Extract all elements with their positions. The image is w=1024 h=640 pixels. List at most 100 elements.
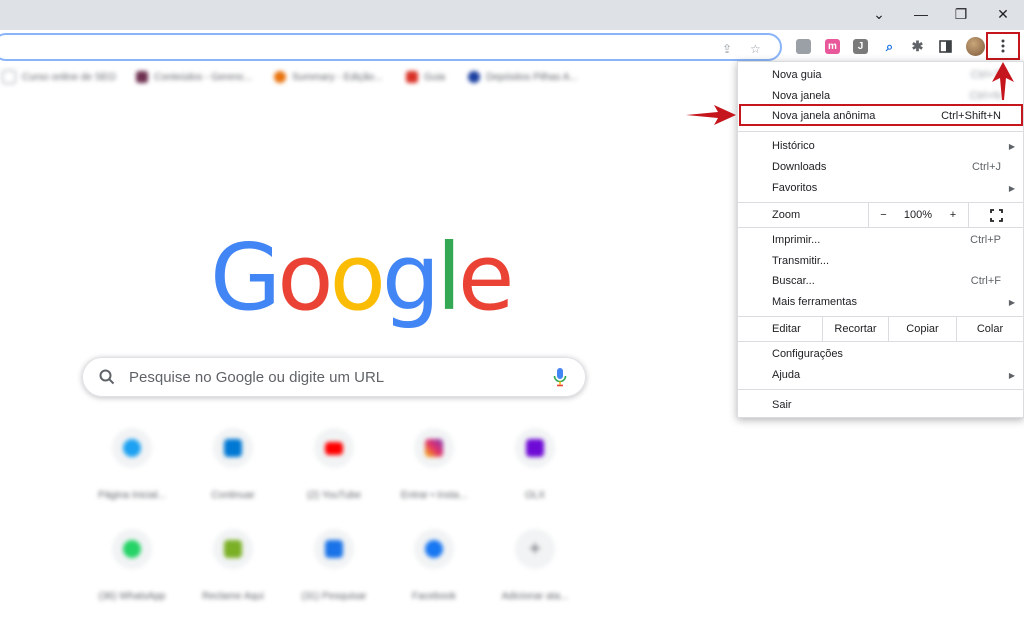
kebab-menu-icon <box>1001 39 1005 53</box>
bookmark-item[interactable]: Summary - Edição... <box>274 70 383 84</box>
shortcut-label: (2) YouTube <box>306 490 362 501</box>
shortcut-tile[interactable]: Facebook <box>384 529 484 602</box>
shortcut-label: Facebook <box>412 591 456 602</box>
menu-separator <box>738 389 1023 390</box>
twitter-icon <box>123 439 141 457</box>
restore-button[interactable]: ❐ <box>940 0 982 28</box>
bookmark-star-icon[interactable]: ☆ <box>750 42 761 56</box>
highlight-box <box>739 104 1023 126</box>
shortcut-label: Entrar • Insta... <box>400 490 468 501</box>
menu-separator <box>738 227 1023 228</box>
m-extension-icon[interactable]: m <box>825 39 840 54</box>
minimize-button[interactable]: — <box>900 0 942 28</box>
close-icon: ✕ <box>997 5 1009 22</box>
tab-search-button[interactable]: ⌄ <box>858 0 900 28</box>
share-icon[interactable]: ⇪ <box>722 42 732 56</box>
zoom-out-button[interactable]: − <box>868 203 898 227</box>
extension-icon[interactable] <box>796 39 811 54</box>
chevron-down-icon: ⌄ <box>873 5 885 22</box>
fullscreen-button[interactable] <box>968 203 1023 227</box>
chevron-right-icon: ▶ <box>1008 183 1015 193</box>
menu-separator <box>738 131 1023 132</box>
side-panel-icon[interactable] <box>938 39 953 54</box>
bookmark-favicon-icon <box>468 71 480 83</box>
menu-separator <box>738 341 1023 342</box>
logo-letter: o <box>277 224 333 331</box>
shortcut-circle <box>515 428 555 468</box>
outlook-icon <box>224 439 242 457</box>
shortcut-tile[interactable]: Entrar • Insta... <box>384 428 484 501</box>
menu-item-print[interactable]: Imprimir... Ctrl+P <box>738 230 1023 250</box>
paste-button[interactable]: Colar <box>956 317 1023 341</box>
menu-item-help[interactable]: Ajuda ▶ <box>738 365 1023 385</box>
close-window-button[interactable]: ✕ <box>982 0 1024 28</box>
copy-button[interactable]: Copiar <box>888 317 956 341</box>
menu-item-history[interactable]: Histórico ▶ <box>738 136 1023 156</box>
fullscreen-icon <box>989 208 1003 222</box>
search-input[interactable]: Pesquise no Google ou digite um URL <box>129 369 384 386</box>
search-box[interactable]: Pesquise no Google ou digite um URL <box>82 357 586 397</box>
shortcut-circle <box>414 428 454 468</box>
shortcut-tile[interactable]: OLX <box>485 428 585 501</box>
menu-item-find[interactable]: Buscar... Ctrl+F <box>738 271 1023 291</box>
menu-item-new-tab[interactable]: Nova guia Ctrl+T <box>738 65 1023 85</box>
shortcut-tile[interactable]: Continuar <box>183 428 283 501</box>
shortcut-label: Reclame Aqui <box>202 591 264 602</box>
search-extension-icon[interactable]: ⌕ <box>882 39 897 54</box>
zoom-label: Zoom <box>772 209 801 221</box>
facebook-icon <box>425 540 443 558</box>
bookmark-item[interactable]: Guia <box>406 70 445 84</box>
shortcut-circle: + <box>515 529 555 569</box>
puzzle-icon[interactable]: ✱ <box>910 38 925 54</box>
shortcut-circle <box>414 529 454 569</box>
shortcut-circle <box>112 529 152 569</box>
logo-letter: l <box>436 224 461 331</box>
menu-item-more-tools[interactable]: Mais ferramentas ▶ <box>738 292 1023 312</box>
shortcut-tile[interactable]: (36) WhatsApp <box>82 529 182 602</box>
zoom-row: Zoom − 100% + <box>738 203 1023 227</box>
edit-row: Editar Recortar Copiar Colar <box>738 317 1023 341</box>
linkedin-icon <box>325 540 343 558</box>
shortcut-circle <box>314 428 354 468</box>
menu-item-settings[interactable]: Configurações <box>738 344 1023 364</box>
shortcut-tile[interactable]: (2) YouTube <box>284 428 384 501</box>
menu-item-downloads[interactable]: Downloads Ctrl+J <box>738 157 1023 177</box>
annotation-arrow-right-icon <box>686 105 736 125</box>
shortcut-tile[interactable]: (31) Pesquisar <box>284 529 384 602</box>
shortcut-label: Continuar <box>211 490 255 501</box>
minimize-icon: — <box>914 6 928 22</box>
shortcut-tile[interactable]: Página Inicial... <box>82 428 182 501</box>
address-bar[interactable]: ⇪ ☆ <box>0 33 782 61</box>
shortcut-label: Adicionar ata... <box>501 591 569 602</box>
shortcut-tile[interactable]: Reclame Aqui <box>183 529 283 602</box>
chevron-right-icon: ▶ <box>1008 141 1015 151</box>
annotation-arrow-up-icon <box>992 62 1014 100</box>
bookmark-item[interactable]: Curso online de SEO <box>2 70 116 84</box>
shortcut-label: (31) Pesquisar <box>301 591 367 602</box>
logo-letter: e <box>457 224 515 331</box>
instagram-icon <box>425 439 443 457</box>
restore-icon: ❐ <box>954 5 968 22</box>
zoom-in-button[interactable]: + <box>938 203 968 227</box>
bookmark-favicon-icon <box>136 71 148 83</box>
menu-item-new-window[interactable]: Nova janela Ctrl+N <box>738 86 1023 106</box>
edit-label: Editar <box>772 323 801 335</box>
logo-letter: G <box>210 224 281 331</box>
menu-item-exit[interactable]: Sair <box>738 395 1023 415</box>
cut-button[interactable]: Recortar <box>822 317 888 341</box>
title-bar: ⌄ — ❐ ✕ <box>0 0 1024 30</box>
menu-item-bookmarks[interactable]: Favoritos ▶ <box>738 178 1023 198</box>
google-logo: Google <box>210 232 514 324</box>
avatar[interactable] <box>966 37 985 56</box>
chrome-menu-button[interactable] <box>986 32 1020 60</box>
bookmark-favicon-icon <box>406 71 418 83</box>
logo-letter: o <box>329 224 386 331</box>
add-shortcut-tile[interactable]: + Adicionar ata... <box>485 529 585 602</box>
search-icon <box>99 369 115 385</box>
bookmark-item[interactable]: Conteúdos - Gerenc... <box>136 70 252 84</box>
menu-item-cast[interactable]: Transmitir... <box>738 251 1023 271</box>
whatsapp-icon <box>123 540 141 558</box>
j-extension-icon[interactable]: J <box>853 39 868 54</box>
bookmark-item[interactable]: Depósitos Pilhas A... <box>468 70 578 84</box>
microphone-icon[interactable] <box>553 367 567 387</box>
